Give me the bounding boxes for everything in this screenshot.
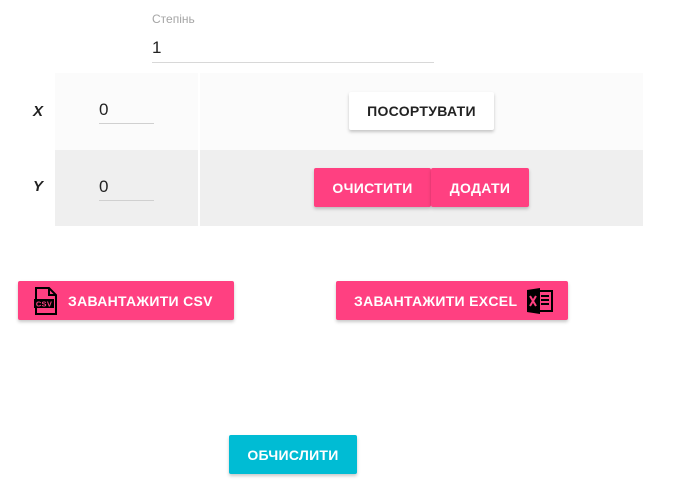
clear-button-label: ОЧИСТИТИ [332, 179, 413, 196]
y-label: Y [33, 178, 44, 195]
clear-button[interactable]: ОЧИСТИТИ [314, 168, 431, 207]
degree-input[interactable] [152, 34, 434, 63]
sort-button-label: ПОСОРТУВАТИ [367, 103, 476, 119]
sort-button[interactable]: ПОСОРТУВАТИ [349, 92, 494, 130]
y-input[interactable] [99, 174, 154, 201]
column-divider [198, 150, 200, 226]
csv-file-icon: CSV [34, 286, 58, 315]
upload-csv-button[interactable]: CSV ЗАВАНТАЖИТИ CSV [18, 281, 234, 320]
x-input[interactable] [99, 97, 154, 124]
upload-excel-label: ЗАВАНТАЖИТИ EXCEL [354, 292, 518, 309]
add-button-label: ДОДАТИ [449, 179, 511, 196]
x-input-cell [55, 73, 198, 150]
upload-csv-label: ЗАВАНТАЖИТИ CSV [68, 292, 213, 309]
svg-text:CSV: CSV [36, 299, 52, 308]
column-divider [198, 73, 200, 150]
add-button[interactable]: ДОДАТИ [431, 168, 529, 207]
excel-file-icon [527, 287, 554, 314]
upload-excel-button[interactable]: ЗАВАНТАЖИТИ EXCEL [336, 281, 568, 320]
x-label: X [33, 103, 44, 120]
calculate-button[interactable]: ОБЧИСЛИТИ [229, 435, 357, 474]
degree-label: Степінь [152, 12, 195, 26]
calculate-button-label: ОБЧИСЛИТИ [247, 446, 339, 463]
y-input-cell [55, 150, 198, 226]
